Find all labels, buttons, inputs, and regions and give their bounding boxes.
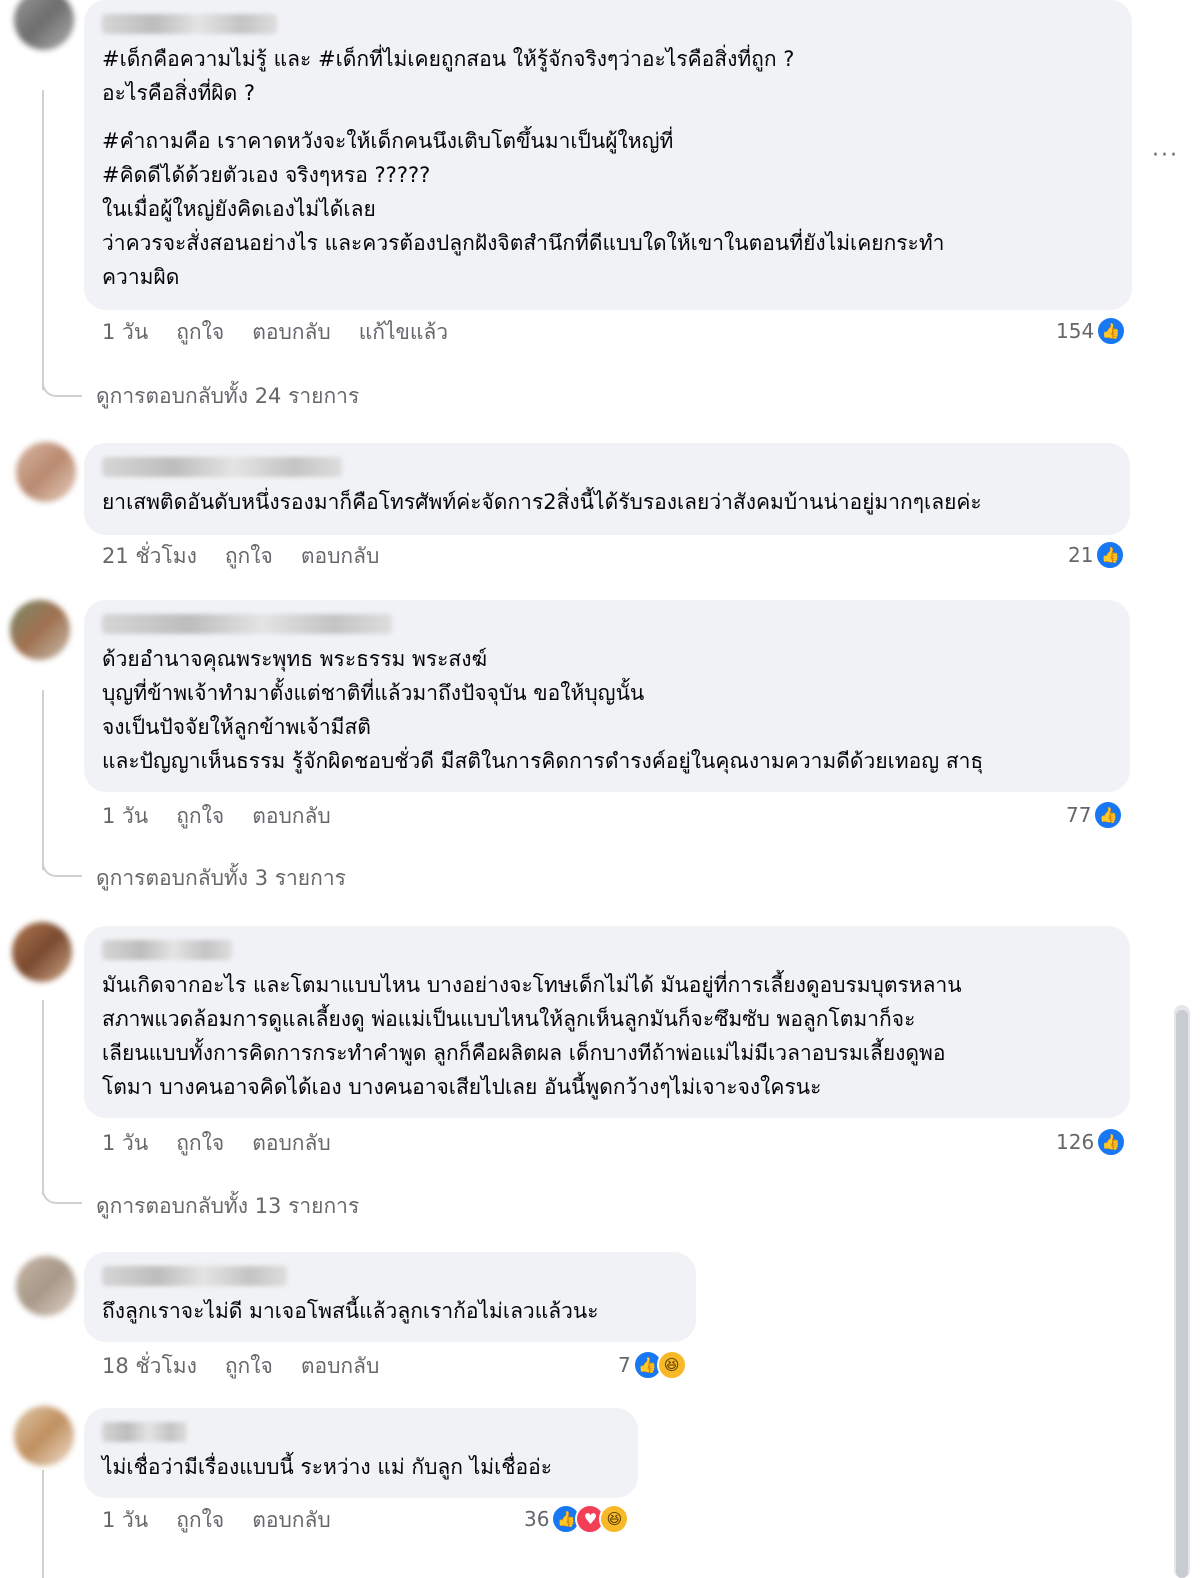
commenter-name[interactable]	[102, 457, 342, 477]
avatar[interactable]	[16, 1256, 76, 1316]
comment-actions: 1 วัน ถูกใจ ตอบกลับ แก้ไขแล้ว	[102, 316, 448, 349]
comment-text: เลียนแบบทั้งการคิดการกระทำคำพูด ลูกก็คือ…	[102, 1041, 946, 1065]
thread-line	[42, 690, 44, 870]
reaction-summary[interactable]: 21 👍	[1068, 540, 1126, 570]
like-button[interactable]: ถูกใจ	[176, 800, 224, 833]
like-button[interactable]: ถูกใจ	[176, 316, 224, 349]
reaction-count: 7	[618, 1353, 631, 1377]
edited-label: แก้ไขแล้ว	[358, 320, 449, 344]
avatar[interactable]	[16, 442, 76, 502]
avatar[interactable]	[14, 1406, 74, 1466]
like-button[interactable]: ถูกใจ	[176, 1504, 224, 1537]
like-reaction-icon: 👍	[1095, 540, 1126, 570]
reaction-count: 36	[524, 1507, 550, 1531]
comment-text: มันเกิดจากอะไร และโตมาแบบไหน บางอย่างจะโ…	[102, 973, 962, 997]
reaction-summary[interactable]: 77 👍	[1066, 800, 1124, 830]
comment-text: ยาเสพติดอันดับหนึ่งรองมาก็คือโทรศัพท์ค่ะ…	[102, 490, 982, 514]
comment-actions: 1 วัน ถูกใจ ตอบกลับ	[102, 1504, 331, 1537]
reaction-count: 21	[1068, 543, 1094, 567]
comment-text: #เด็กคือความไม่รู้ และ #เด็กที่ไม่เคยถูก…	[102, 47, 795, 71]
comment-text: บุญที่ข้าพเจ้าทำมาตั้งแต่ชาติที่แล้วมาถึ…	[102, 681, 645, 705]
view-replies-link[interactable]: ดูการตอบกลับทั้ง 3 รายการ	[96, 862, 346, 895]
comment-bubble: ด้วยอำนาจคุณพระพุทธ พระธรรม พระสงฆ์ บุญท…	[84, 600, 1130, 792]
reaction-count: 77	[1066, 803, 1092, 827]
comment-bubble: ยาเสพติดอันดับหนึ่งรองมาก็คือโทรศัพท์ค่ะ…	[84, 443, 1130, 535]
commenter-name[interactable]	[102, 1266, 287, 1286]
reaction-summary[interactable]: 154 👍	[1056, 316, 1127, 346]
thread-elbow	[42, 383, 82, 397]
timestamp[interactable]: 1 วัน	[102, 800, 148, 833]
commenter-name[interactable]	[102, 614, 392, 634]
like-reaction-icon: 👍	[1096, 316, 1127, 346]
thread-elbow	[42, 1190, 82, 1204]
comment-text: ไม่เชื่อว่ามีเรื่องแบบนี้ ระหว่าง แม่ กั…	[102, 1455, 553, 1479]
comment-bubble: ถึงลูกเราจะไม่ดี มาเจอโพสนี้แล้วลูกเราก้…	[84, 1252, 696, 1342]
avatar[interactable]	[10, 600, 70, 660]
reply-button[interactable]: ตอบกลับ	[252, 800, 331, 833]
comment-text: จงเป็นปัจจัยให้ลูกข้าพเจ้ามีสติ	[102, 715, 371, 739]
comment-bubble: ไม่เชื่อว่ามีเรื่องแบบนี้ ระหว่าง แม่ กั…	[84, 1408, 638, 1498]
thread-elbow	[42, 863, 82, 877]
comment-text: และปัญญาเห็นธรรม รู้จักผิดชอบชั่วดี มีสต…	[102, 749, 984, 773]
comment-text: ด้วยอำนาจคุณพระพุทธ พระธรรม พระสงฆ์	[102, 647, 488, 671]
reaction-summary[interactable]: 36 👍 ♥ 😆	[524, 1504, 630, 1534]
reaction-summary[interactable]: 126 👍	[1056, 1127, 1127, 1157]
reply-button[interactable]: ตอบกลับ	[252, 316, 331, 349]
like-button[interactable]: ถูกใจ	[225, 540, 273, 573]
reaction-summary[interactable]: 7 👍 😆	[618, 1350, 687, 1380]
comment-bubble: #เด็กคือความไม่รู้ และ #เด็กที่ไม่เคยถูก…	[84, 0, 1132, 310]
timestamp[interactable]: 18 ชั่วโมง	[102, 1350, 197, 1383]
timestamp[interactable]: 1 วัน	[102, 1504, 148, 1537]
comment-text: ถึงลูกเราจะไม่ดี มาเจอโพสนี้แล้วลูกเราก้…	[102, 1299, 599, 1323]
comment-text: โตมา บางคนอาจคิดได้เอง บางคนอาจเสียไปเลย…	[102, 1075, 822, 1099]
scrollbar-thumb[interactable]	[1176, 1010, 1188, 1578]
comment-text: อะไรคือสิ่งที่ผิด ?	[102, 81, 256, 105]
thread-line	[42, 1470, 44, 1578]
timestamp[interactable]: 1 วัน	[102, 1127, 148, 1160]
comment-actions: 21 ชั่วโมง ถูกใจ ตอบกลับ	[102, 540, 379, 573]
reaction-count: 126	[1056, 1130, 1095, 1154]
avatar[interactable]	[14, 0, 74, 50]
timestamp[interactable]: 1 วัน	[102, 316, 148, 349]
timestamp[interactable]: 21 ชั่วโมง	[102, 540, 197, 573]
reply-button[interactable]: ตอบกลับ	[301, 1350, 380, 1383]
commenter-name[interactable]	[102, 940, 232, 960]
comment-text: #คำถามคือ เราคาดหวังจะให้เด็กคนนึงเติบโต…	[102, 129, 674, 153]
more-options-icon[interactable]: ···	[1152, 143, 1179, 168]
comment-bubble: มันเกิดจากอะไร และโตมาแบบไหน บางอย่างจะโ…	[84, 926, 1130, 1118]
reply-button[interactable]: ตอบกลับ	[252, 1504, 331, 1537]
view-replies-link[interactable]: ดูการตอบกลับทั้ง 24 รายการ	[96, 380, 359, 413]
reply-button[interactable]: ตอบกลับ	[301, 540, 380, 573]
haha-reaction-icon: 😆	[656, 1350, 687, 1380]
like-button[interactable]: ถูกใจ	[176, 1127, 224, 1160]
comment-actions: 1 วัน ถูกใจ ตอบกลับ	[102, 800, 331, 833]
comment-text: สภาพแวดล้อมการดูแลเลี้ยงดู พ่อแม่เป็นแบบ…	[102, 1007, 916, 1031]
like-reaction-icon: 👍	[1096, 1127, 1127, 1157]
like-reaction-icon: 👍	[1093, 800, 1124, 830]
view-replies-link[interactable]: ดูการตอบกลับทั้ง 13 รายการ	[96, 1190, 359, 1223]
comment-text: ความผิด	[102, 265, 180, 289]
comment-text: #คิดดีได้ด้วยตัวเอง จริงๆหรอ ?????	[102, 163, 431, 187]
reply-button[interactable]: ตอบกลับ	[252, 1127, 331, 1160]
comment-actions: 1 วัน ถูกใจ ตอบกลับ	[102, 1127, 331, 1160]
comment-text: ในเมื่อผู้ใหญ่ยังคิดเองไม่ได้เลย	[102, 197, 376, 221]
commenter-name[interactable]	[102, 1422, 187, 1442]
comment-text: ว่าควรจะสั่งสอนอย่างไร และควรต้องปลูกฝัง…	[102, 231, 945, 255]
reaction-count: 154	[1056, 319, 1095, 343]
thread-line	[42, 1000, 44, 1195]
thread-line	[42, 90, 44, 390]
avatar[interactable]	[12, 922, 72, 982]
haha-reaction-icon: 😆	[599, 1504, 630, 1534]
commenter-name[interactable]	[102, 14, 277, 34]
comment-actions: 18 ชั่วโมง ถูกใจ ตอบกลับ	[102, 1350, 379, 1383]
like-button[interactable]: ถูกใจ	[225, 1350, 273, 1383]
